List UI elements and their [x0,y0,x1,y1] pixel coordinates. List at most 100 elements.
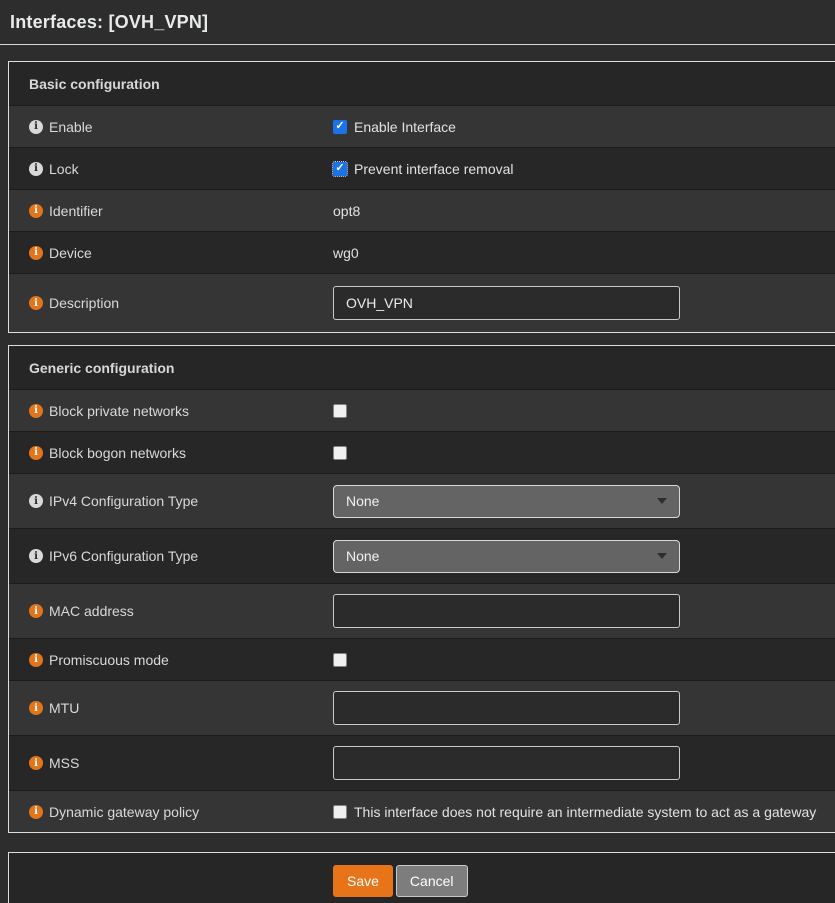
checkbox-label: This interface does not require an inter… [354,804,816,820]
info-orange-icon[interactable]: i [29,404,43,418]
form-row-lock: i Lock Prevent interface removal [9,147,835,189]
field-control-cell [333,594,835,628]
field-label: MAC address [49,603,134,619]
section-header: Basic configuration [9,62,835,105]
field-label-cell: i Dynamic gateway policy [9,804,333,820]
info-orange-icon[interactable]: i [29,701,43,715]
field-label: Identifier [49,203,103,219]
device-value: wg0 [333,245,359,261]
form-row-enable: i Enable Enable Interface [9,105,835,147]
field-label: MTU [49,700,79,716]
info-white-icon[interactable]: i [29,120,43,134]
info-orange-icon[interactable]: i [29,204,43,218]
description-input[interactable] [333,286,680,320]
field-label-cell: i Promiscuous mode [9,652,333,668]
mss-input[interactable] [333,746,680,780]
field-control-cell [333,446,835,460]
field-control-cell [333,691,835,725]
page-title: Interfaces: [OVH_VPN] [10,12,208,33]
enable-checkbox[interactable] [333,120,347,134]
info-orange-icon[interactable]: i [29,653,43,667]
form-row-mss: i MSS [9,735,835,790]
dynamic-gateway-policy-checkbox[interactable] [333,805,347,819]
field-label-cell: i MSS [9,755,333,771]
identifier-value: opt8 [333,203,360,219]
field-label: Block private networks [49,403,189,419]
field-control-cell: wg0 [333,245,835,261]
section-generic-configuration: Generic configuration i Block private netw… [8,345,835,833]
mac-address-input[interactable] [333,594,680,628]
field-label: Dynamic gateway policy [49,804,199,820]
checkbox-label: Prevent interface removal [354,161,514,177]
form-row-mtu: i MTU [9,680,835,735]
field-label: Description [49,295,119,311]
field-label: Lock [49,161,79,177]
field-control-cell: opt8 [333,203,835,219]
ipv4-configuration-type-select[interactable]: None [333,485,680,518]
form-row-block-private-networks: i Block private networks [9,389,835,431]
actions-row: Save Cancel [9,853,835,903]
ipv6-configuration-type-select[interactable]: None [333,540,680,573]
field-label: Block bogon networks [49,445,186,461]
field-label-cell: i Block private networks [9,403,333,419]
info-white-icon[interactable]: i [29,494,43,508]
info-orange-icon[interactable]: i [29,446,43,460]
field-control-cell [333,653,835,667]
titlebar: Interfaces: [OVH_VPN] [0,0,835,45]
field-control-cell: None [333,540,835,573]
form-row-ipv4-configuration-type: i IPv4 Configuration Type None [9,473,835,528]
field-control-cell: None [333,485,835,518]
selected-option: None [346,548,379,564]
field-control-cell: This interface does not require an inter… [333,804,835,820]
field-control-cell [333,746,835,780]
form-panels: Basic configuration i Enable Enable Interfa… [8,61,835,833]
cancel-button[interactable]: Cancel [396,865,468,897]
selected-option: None [346,493,379,509]
info-white-icon[interactable]: i [29,162,43,176]
field-label-cell: i IPv4 Configuration Type [9,493,333,509]
field-control-cell: Enable Interface [333,119,835,135]
field-label-cell: i Description [9,295,333,311]
block-private-networks-checkbox[interactable] [333,404,347,418]
form-row-dynamic-gateway-policy: i Dynamic gateway policy This interface do… [9,790,835,832]
form-content: Basic configuration i Enable Enable Interfa… [0,45,835,903]
promiscuous-mode-checkbox[interactable] [333,653,347,667]
chevron-down-icon [657,553,667,559]
info-white-icon[interactable]: i [29,549,43,563]
section-basic-configuration: Basic configuration i Enable Enable Interfa… [8,61,835,333]
page: Interfaces: [OVH_VPN] Basic configuratio… [0,0,835,903]
field-label-cell: i IPv6 Configuration Type [9,548,333,564]
checkbox-label: Enable Interface [354,119,456,135]
form-row-identifier: i Identifier opt8 [9,189,835,231]
lock-checkbox[interactable] [333,162,347,176]
field-label: IPv6 Configuration Type [49,548,198,564]
field-label-cell: i MTU [9,700,333,716]
info-orange-icon[interactable]: i [29,604,43,618]
section-header: Generic configuration [9,346,835,389]
field-label-cell: i Enable [9,119,333,135]
form-row-ipv6-configuration-type: i IPv6 Configuration Type None [9,528,835,583]
save-button[interactable]: Save [333,865,393,897]
field-label: IPv4 Configuration Type [49,493,198,509]
field-control-cell [333,286,835,320]
field-label: Enable [49,119,93,135]
field-label-cell: i Identifier [9,203,333,219]
form-row-device: i Device wg0 [9,231,835,273]
field-label: MSS [49,755,79,771]
field-label: Device [49,245,92,261]
info-orange-icon[interactable]: i [29,756,43,770]
info-orange-icon[interactable]: i [29,805,43,819]
field-label-cell: i Block bogon networks [9,445,333,461]
field-label: Promiscuous mode [49,652,169,668]
info-orange-icon[interactable]: i [29,296,43,310]
field-label-cell: i MAC address [9,603,333,619]
form-row-promiscuous-mode: i Promiscuous mode [9,638,835,680]
info-orange-icon[interactable]: i [29,246,43,260]
form-row-mac-address: i MAC address [9,583,835,638]
mtu-input[interactable] [333,691,680,725]
field-label-cell: i Lock [9,161,333,177]
form-row-block-bogon-networks: i Block bogon networks [9,431,835,473]
block-bogon-networks-checkbox[interactable] [333,446,347,460]
chevron-down-icon [657,498,667,504]
form-row-description: i Description [9,273,835,332]
